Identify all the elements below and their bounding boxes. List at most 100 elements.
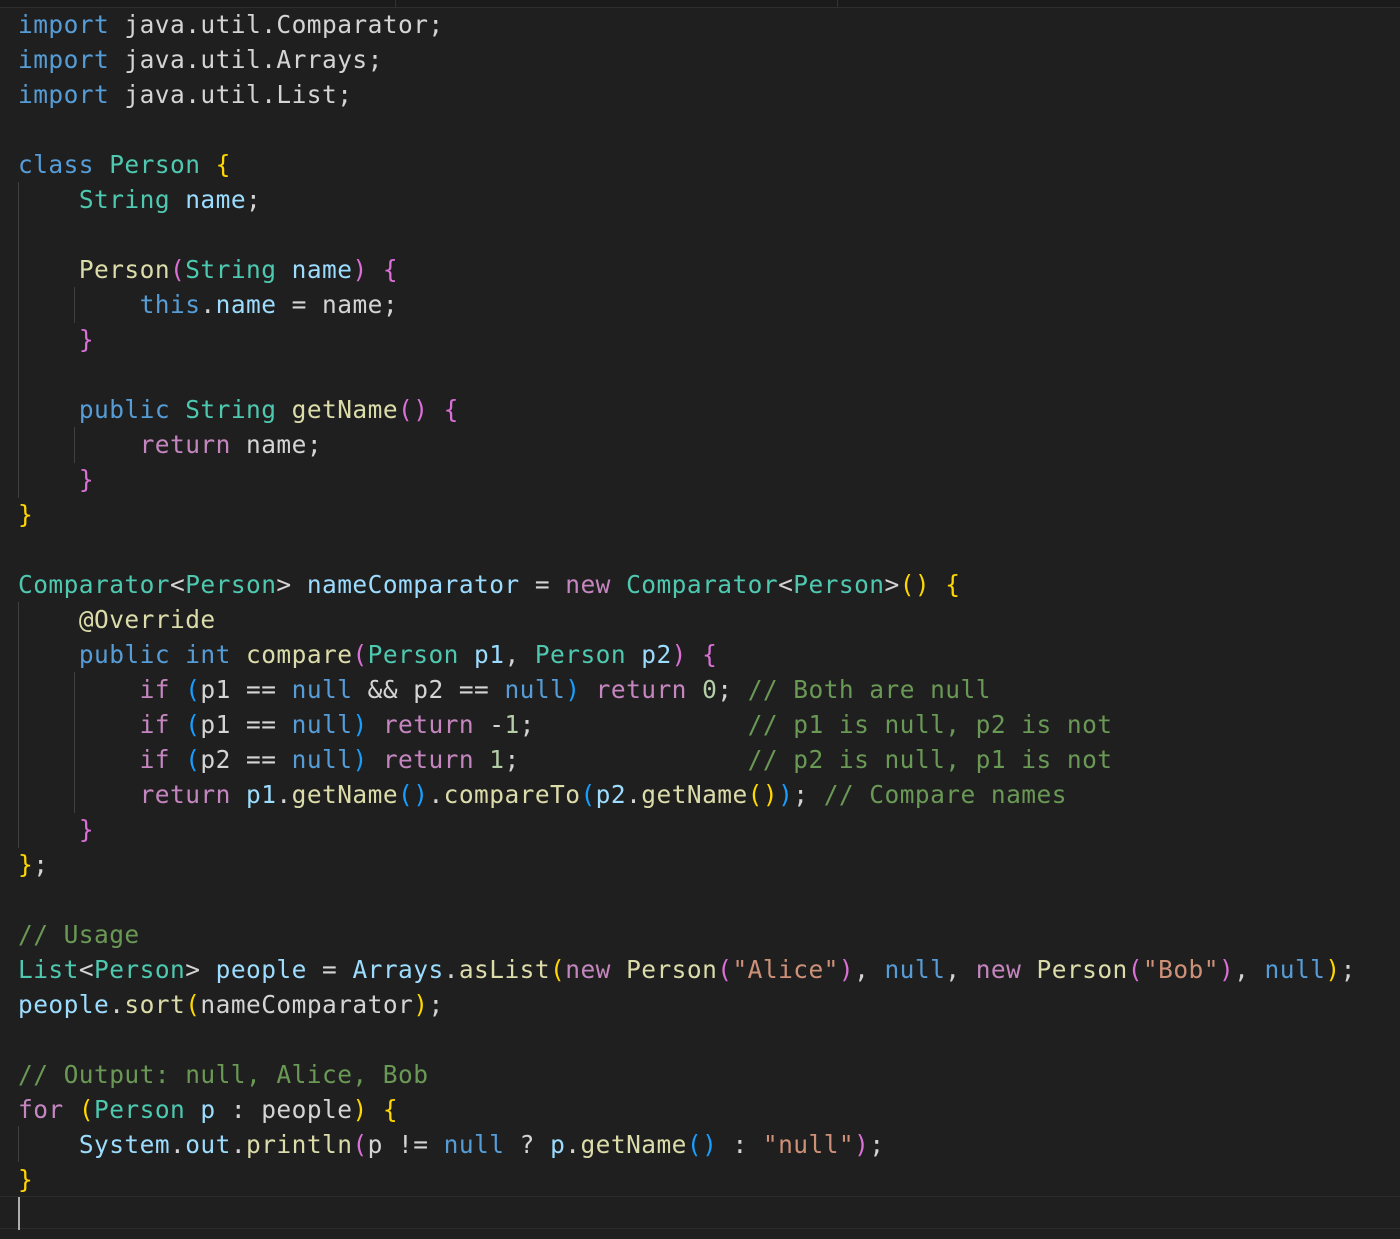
code-token: sort (124, 990, 186, 1019)
code-token: ; (519, 710, 748, 739)
code-token: return (139, 430, 231, 459)
code-token: . (230, 1130, 247, 1159)
code-line[interactable]: if (p1 == null && p2 == null) return 0; … (18, 672, 1356, 707)
code-token: p (550, 1130, 566, 1159)
code-token: Person (78, 255, 171, 284)
code-line[interactable]: return name; (18, 427, 1356, 462)
code-line[interactable]: } (18, 812, 1356, 847)
code-line[interactable]: } (18, 1162, 1356, 1197)
code-line[interactable]: return p1.getName().compareTo(p2.getName… (18, 777, 1356, 812)
code-token: . (626, 780, 642, 809)
code-line[interactable] (18, 112, 1356, 147)
code-line[interactable] (18, 217, 1356, 252)
code-line[interactable] (18, 882, 1356, 917)
code-token: p1 == (200, 710, 292, 739)
code-line[interactable]: import java.util.Arrays; (18, 42, 1356, 77)
code-line[interactable]: Comparator<Person> nameComparator = new … (18, 567, 1356, 602)
code-line[interactable]: this.name = name; (18, 287, 1356, 322)
code-line[interactable]: System.out.println(p != null ? p.getName… (18, 1127, 1356, 1162)
code-token: ( (170, 255, 186, 284)
code-token: > (185, 955, 216, 984)
code-token: { (702, 640, 718, 669)
code-line[interactable]: public int compare(Person p1, Person p2)… (18, 637, 1356, 672)
code-token: import (18, 45, 110, 74)
code-line[interactable]: } (18, 322, 1356, 357)
code-line[interactable]: @Override (18, 602, 1356, 637)
code-line[interactable]: import java.util.Comparator; (18, 7, 1356, 42)
code-line[interactable] (18, 1197, 1356, 1232)
code-token: ( (185, 675, 201, 704)
code-token: ( (185, 745, 201, 774)
code-token: compareTo (443, 780, 581, 809)
code-token: class (18, 150, 95, 179)
code-token: , (945, 955, 976, 984)
code-token: null (291, 745, 353, 774)
code-token: Person (109, 150, 201, 179)
code-line[interactable]: people.sort(nameComparator); (18, 987, 1356, 1022)
code-token: new (565, 570, 611, 599)
code-line[interactable] (18, 532, 1356, 567)
code-token: . (443, 955, 459, 984)
code-token: { (443, 395, 459, 424)
code-line[interactable]: List<Person> people = Arrays.asList(new … (18, 952, 1356, 987)
code-token: new (975, 955, 1022, 984)
code-token: name (291, 255, 353, 284)
code-token: () (686, 1130, 718, 1159)
code-line[interactable]: if (p1 == null) return -1; // p1 is null… (18, 707, 1356, 742)
code-token: { (382, 1095, 399, 1124)
code-editor[interactable]: import java.util.Comparator; import java.… (0, 0, 1400, 1239)
code-line[interactable]: Person(String name) { (18, 252, 1356, 287)
code-line[interactable] (18, 357, 1356, 392)
code-line[interactable]: // Output: null, Alice, Bob (18, 1057, 1356, 1092)
code-token: ) (1218, 955, 1235, 984)
code-line[interactable]: // Usage (18, 917, 1356, 952)
code-token: , (854, 955, 885, 984)
code-token: ( (352, 1130, 368, 1159)
code-line[interactable]: } (18, 462, 1356, 497)
code-token: "null" (762, 1130, 855, 1159)
code-token: ; (428, 990, 444, 1019)
code-line[interactable]: } (18, 497, 1356, 532)
code-token: ; (246, 185, 262, 214)
code-token: out (185, 1130, 231, 1159)
code-line[interactable]: import java.util.List; (18, 77, 1356, 112)
code-token: { (215, 150, 231, 179)
code-line[interactable]: }; (18, 847, 1356, 882)
code-token: } (78, 325, 95, 354)
code-token: : (717, 1130, 763, 1159)
code-token: name (185, 185, 247, 214)
code-area[interactable]: import java.util.Comparator; import java.… (18, 7, 1356, 1232)
code-line[interactable]: class Person { (18, 147, 1356, 182)
code-token: ; (793, 780, 824, 809)
code-line[interactable] (18, 1022, 1356, 1057)
code-line[interactable]: public String getName() { (18, 392, 1356, 427)
code-line[interactable]: for (Person p : people) { (18, 1092, 1356, 1127)
code-line[interactable]: String name; (18, 182, 1356, 217)
code-token: null (504, 675, 566, 704)
code-token: ) (854, 1130, 870, 1159)
code-token: } (78, 465, 95, 494)
code-token: Person (793, 570, 885, 599)
code-line[interactable]: if (p2 == null) return 1; // p2 is null,… (18, 742, 1356, 777)
code-token: 0 (702, 675, 718, 704)
code-token: // p1 is null, p2 is not (747, 710, 1113, 739)
code-token: ; (504, 745, 748, 774)
code-token: ( (550, 955, 566, 984)
